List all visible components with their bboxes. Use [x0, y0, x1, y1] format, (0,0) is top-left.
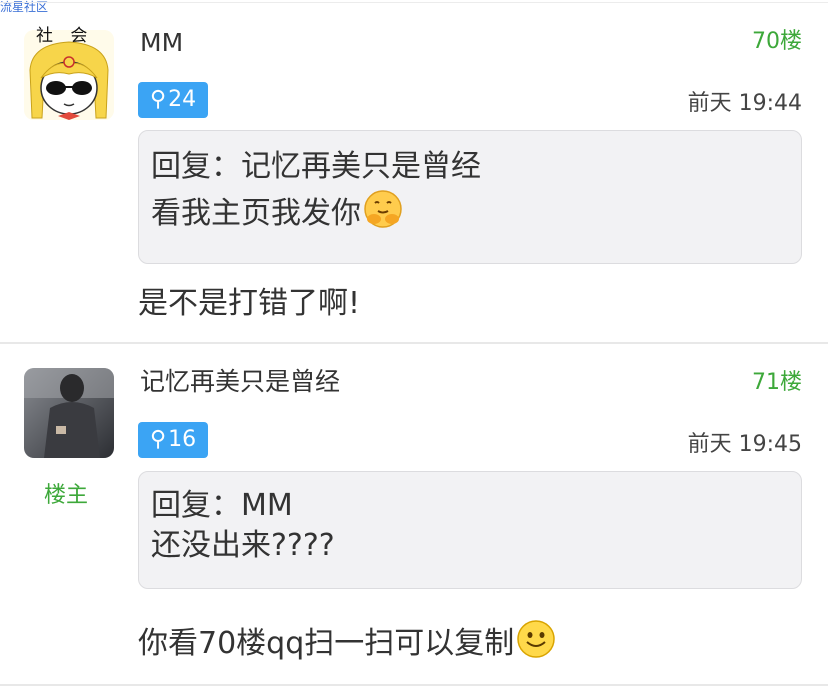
post-divider: [0, 684, 828, 686]
quote-line: 回复：记忆再美只是曾经: [151, 149, 481, 184]
avatar-caption: 社 会: [36, 26, 94, 46]
quoted-reply[interactable]: 回复：记忆再美只是曾经 看我主页我发你: [138, 130, 802, 264]
quoted-reply[interactable]: 回复：MM 还没出来????: [138, 471, 802, 589]
post-divider: [0, 342, 828, 344]
level-value: 16: [168, 427, 197, 452]
quote-text: 看我主页我发你: [151, 196, 361, 231]
floor-number: 70楼: [752, 29, 802, 54]
level-badge: ⚲ 24: [138, 82, 209, 118]
person-photo-avatar-icon: [24, 368, 114, 458]
floor-number: 71楼: [752, 370, 802, 395]
hugging-face-icon: [363, 189, 403, 242]
post-time: 前天 19:45: [687, 432, 802, 457]
post-body: 你看70楼qq扫一扫可以复制: [138, 626, 515, 661]
level-value: 24: [168, 87, 197, 112]
smile-face-icon: [516, 619, 556, 670]
level-badge: ⚲ 16: [138, 422, 209, 458]
post-body-line: 你看70楼qq扫一扫可以复制: [138, 619, 556, 670]
quote-line: 回复：MM: [151, 488, 293, 523]
male-icon: ⚲: [150, 87, 167, 112]
male-icon: ⚲: [150, 427, 167, 452]
reply-post: 社 会 MM 70楼 ⚲ 24 前天 19:44 回复：记忆再美只是曾经 看我主…: [0, 0, 828, 342]
username[interactable]: MM: [140, 28, 183, 58]
avatar[interactable]: [24, 368, 114, 458]
quote-line: 看我主页我发你: [151, 189, 789, 242]
quote-line: 还没出来????: [151, 528, 335, 563]
post-time: 前天 19:44: [687, 91, 802, 116]
username[interactable]: 记忆再美只是曾经: [140, 367, 340, 397]
owner-tag: 楼主: [44, 483, 89, 508]
reply-post: 楼主 记忆再美只是曾经 71楼 ⚲ 16 前天 19:45 回复：MM 还没出来…: [0, 345, 828, 685]
post-body: 是不是打错了啊!: [138, 286, 361, 321]
